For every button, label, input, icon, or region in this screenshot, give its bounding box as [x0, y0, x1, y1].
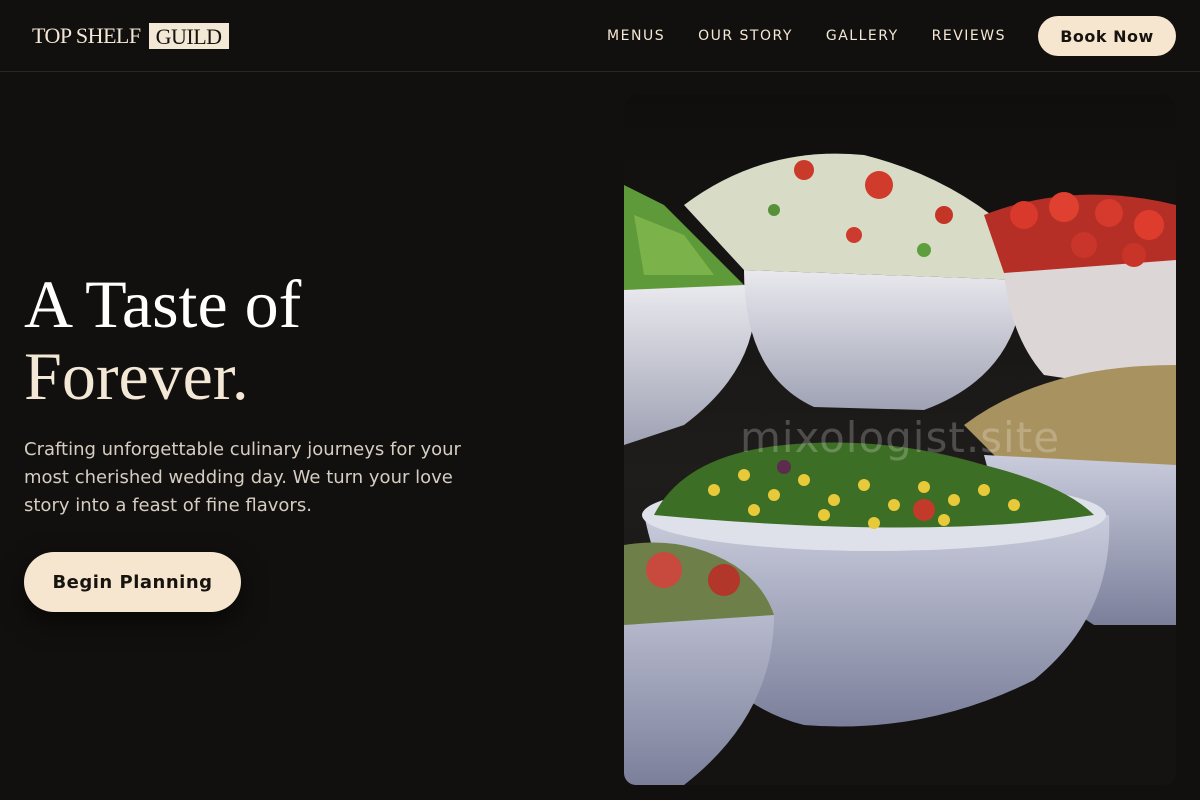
- nav-item-gallery[interactable]: GALLERY: [826, 28, 899, 44]
- hero-title-line1: A Taste of: [24, 266, 302, 342]
- main-nav: MENUS OUR STORY GALLERY REVIEWS: [607, 0, 1006, 72]
- brand-name-part2: GUILD: [148, 23, 229, 49]
- brand-name-part1: TOP SHELF: [32, 23, 141, 48]
- begin-planning-button[interactable]: Begin Planning: [24, 552, 241, 612]
- nav-item-menus[interactable]: MENUS: [607, 28, 665, 44]
- hero-title: A Taste of Forever.: [24, 268, 301, 412]
- hero-image-salad-bowls: mixologist.site: [624, 95, 1176, 785]
- site-header: TOP SHELF GUILD MENUS OUR STORY GALLERY …: [0, 0, 1200, 72]
- book-now-button[interactable]: Book Now: [1038, 16, 1176, 56]
- brand-logo[interactable]: TOP SHELF GUILD: [32, 23, 229, 49]
- hero-description: Crafting unforgettable culinary journeys…: [24, 439, 461, 516]
- hero-title-line2: Forever.: [24, 338, 249, 414]
- nav-item-our-story[interactable]: OUR STORY: [698, 28, 793, 44]
- image-watermark: mixologist.site: [739, 413, 1061, 462]
- nav-item-reviews[interactable]: REVIEWS: [932, 28, 1006, 44]
